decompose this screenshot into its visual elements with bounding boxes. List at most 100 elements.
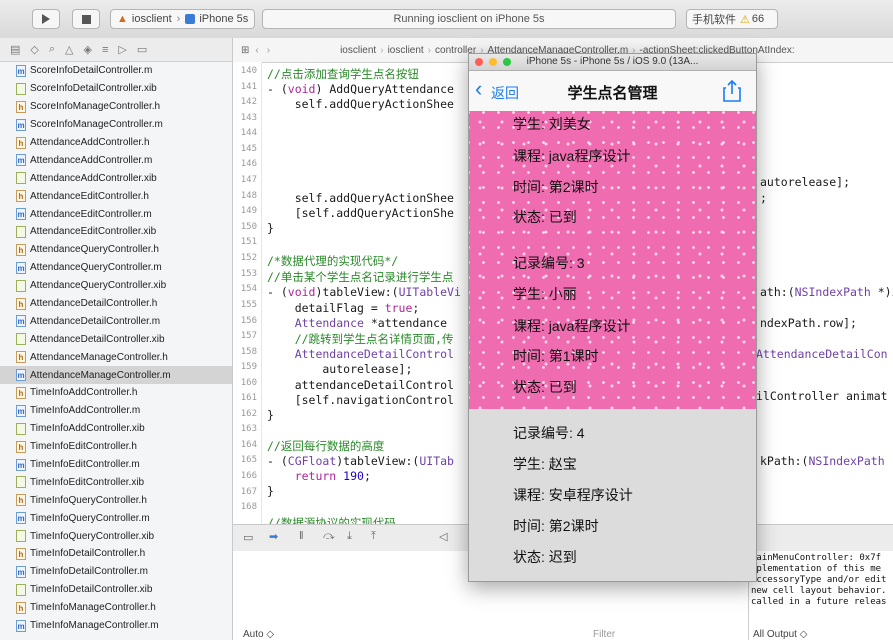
step-over-icon[interactable]: ⤼ xyxy=(323,530,335,543)
line-number: 141 xyxy=(240,82,257,92)
file-list-item[interactable]: h ScoreInfoManageController.h xyxy=(0,98,232,116)
file-name: TimeInfoQueryController.h xyxy=(30,494,147,506)
warning-icon: ⚠ xyxy=(740,13,750,26)
xcode-toolbar: ▲ iosclient › iPhone 5s Running iosclien… xyxy=(0,0,893,39)
scheme-name: iosclient xyxy=(131,13,172,25)
back-arrow-icon[interactable]: ‹ xyxy=(255,45,258,56)
file-list-item[interactable]: m TimeInfoEditController.m xyxy=(0,456,232,474)
file-list-item[interactable]: TimeInfoDetailController.xib xyxy=(0,581,232,599)
location-icon[interactable]: ◁ xyxy=(439,530,447,543)
file-name: AttendanceAddController.xib xyxy=(30,172,157,184)
objc-implementation-file-icon: m xyxy=(16,619,26,632)
file-navigator: ▤ ◇ ⌕ △ ◈ ≡ ▷ ▭ m ScoreInfoDetailControll… xyxy=(0,38,233,640)
header-file-icon: h xyxy=(16,351,26,364)
stop-button[interactable] xyxy=(72,9,100,29)
objc-implementation-file-icon: m xyxy=(16,261,26,274)
filter-field[interactable]: Filter xyxy=(593,629,615,640)
file-list-item[interactable]: h AttendanceAddController.h xyxy=(0,134,232,152)
grid-icon[interactable]: ⊞ xyxy=(241,45,249,56)
line-number: 143 xyxy=(240,113,257,123)
file-list-item[interactable]: h TimeInfoDetailController.h xyxy=(0,545,232,563)
jump-project[interactable]: iosclient xyxy=(340,45,376,56)
attendance-field: 记录编号: 3 xyxy=(513,255,585,271)
run-button[interactable] xyxy=(32,9,60,29)
file-list-item[interactable]: AttendanceAddController.xib xyxy=(0,169,232,187)
test-icon[interactable]: ◈ xyxy=(84,43,92,56)
code-line: detailFlag = true; xyxy=(267,301,420,315)
step-in-icon[interactable]: ⤓ xyxy=(347,530,352,543)
file-list-item[interactable]: h TimeInfoEditController.h xyxy=(0,438,232,456)
file-list-item[interactable]: m AttendanceEditController.m xyxy=(0,205,232,223)
attendance-table[interactable]: 学生: 刘美女 课程: java程序设计 时间: 第2课时 状态: 已到 记录编号: 3… xyxy=(469,54,756,581)
file-name: AttendanceAddController.m xyxy=(30,154,153,166)
symbol-icon[interactable]: ◇ xyxy=(30,43,38,56)
debug-icon[interactable]: ≡ xyxy=(102,44,108,56)
file-list-item[interactable]: AttendanceDetailController.xib xyxy=(0,330,232,348)
file-list-item[interactable]: m ScoreInfoDetailController.m xyxy=(0,62,232,80)
line-number: 145 xyxy=(240,144,257,154)
file-list-item[interactable]: h TimeInfoManageController.h xyxy=(0,599,232,617)
hide-debug-icon[interactable]: ▭ xyxy=(243,531,253,544)
file-list-item[interactable]: m TimeInfoQueryController.m xyxy=(0,509,232,527)
file-list-item[interactable]: m TimeInfoManageController.m xyxy=(0,617,232,635)
file-list-item[interactable]: m ScoreInfoManageController.m xyxy=(0,116,232,134)
attendance-field: 课程: java程序设计 xyxy=(513,148,631,164)
code-line: AttendanceDetailControl xyxy=(267,347,454,361)
file-list-item[interactable]: TimeInfoAddController.xib xyxy=(0,420,232,438)
file-list-item[interactable]: m TimeInfoAddController.m xyxy=(0,402,232,420)
file-list-item[interactable]: TimeInfoQueryController.xib xyxy=(0,527,232,545)
file-list-item[interactable]: ScoreInfoDetailController.xib xyxy=(0,80,232,98)
file-list-item[interactable]: h AttendanceDetailController.h xyxy=(0,295,232,313)
file-list-item[interactable]: TimeInfoEditController.xib xyxy=(0,473,232,491)
file-list-item[interactable]: m AttendanceDetailController.m xyxy=(0,312,232,330)
file-list-item[interactable]: AttendanceEditController.xib xyxy=(0,223,232,241)
scheme-selector[interactable]: ▲ iosclient › iPhone 5s xyxy=(110,9,255,29)
output-selector[interactable]: All Output ◇ xyxy=(753,629,807,640)
status-text: Running iosclient on iPhone 5s xyxy=(393,13,545,25)
line-number: 151 xyxy=(240,237,257,247)
line-number: 166 xyxy=(240,471,257,481)
code-line-right: ; xyxy=(760,191,767,205)
header-file-icon: h xyxy=(16,297,26,310)
breakpoint-icon[interactable]: ▷ xyxy=(118,43,126,56)
file-name: TimeInfoAddController.m xyxy=(30,405,141,417)
line-number: 150 xyxy=(240,222,257,232)
step-out-icon[interactable]: ⤒ xyxy=(371,530,376,543)
console-line: mplementation of this me xyxy=(751,564,882,574)
file-list-item[interactable]: h AttendanceManageController.h xyxy=(0,348,232,366)
forward-arrow-icon[interactable]: › xyxy=(267,45,270,56)
auto-selector[interactable]: Auto ◇ xyxy=(243,629,274,640)
attendance-field: 状态: 迟到 xyxy=(513,549,577,565)
file-name: TimeInfoQueryController.m xyxy=(30,512,150,524)
attendance-field: 学生: 刘美女 xyxy=(513,116,591,132)
breakpoints-toggle-icon[interactable]: ➡ xyxy=(269,530,278,543)
file-name: ScoreInfoDetailController.xib xyxy=(30,83,157,95)
file-list-item[interactable]: m AttendanceManageController.m xyxy=(0,366,232,385)
line-number: 161 xyxy=(240,393,257,403)
attendance-field: 课程: java程序设计 xyxy=(513,318,631,334)
xib-file-icon xyxy=(16,422,26,435)
warning-nav-icon[interactable]: △ xyxy=(65,43,73,56)
line-number: 162 xyxy=(240,409,257,419)
folder-icon[interactable]: ▤ xyxy=(10,43,20,56)
report-icon[interactable]: ▭ xyxy=(137,43,147,56)
file-name: TimeInfoAddController.xib xyxy=(30,423,145,435)
file-list-item[interactable]: h AttendanceEditController.h xyxy=(0,187,232,205)
activity-status: Running iosclient on iPhone 5s xyxy=(262,9,676,29)
file-name: AttendanceAddController.h xyxy=(30,137,150,148)
file-list-item[interactable]: m AttendanceQueryController.m xyxy=(0,259,232,277)
line-number: 164 xyxy=(240,440,257,450)
search-icon[interactable]: ⌕ xyxy=(49,43,55,56)
jump-group[interactable]: iosclient xyxy=(388,45,424,56)
file-list-item[interactable]: AttendanceQueryController.xib xyxy=(0,277,232,295)
objc-implementation-file-icon: m xyxy=(16,512,26,525)
file-list-item[interactable]: h AttendanceQueryController.h xyxy=(0,241,232,259)
file-list-item[interactable]: h TimeInfoAddController.h xyxy=(0,384,232,402)
pause-icon[interactable]: ‖ xyxy=(299,530,304,542)
objc-implementation-file-icon: m xyxy=(16,315,26,328)
line-number: 168 xyxy=(240,502,257,512)
line-number: 148 xyxy=(240,191,257,201)
file-list-item[interactable]: m TimeInfoDetailController.m xyxy=(0,563,232,581)
file-list-item[interactable]: m AttendanceAddController.m xyxy=(0,151,232,169)
file-list-item[interactable]: h TimeInfoQueryController.h xyxy=(0,491,232,509)
